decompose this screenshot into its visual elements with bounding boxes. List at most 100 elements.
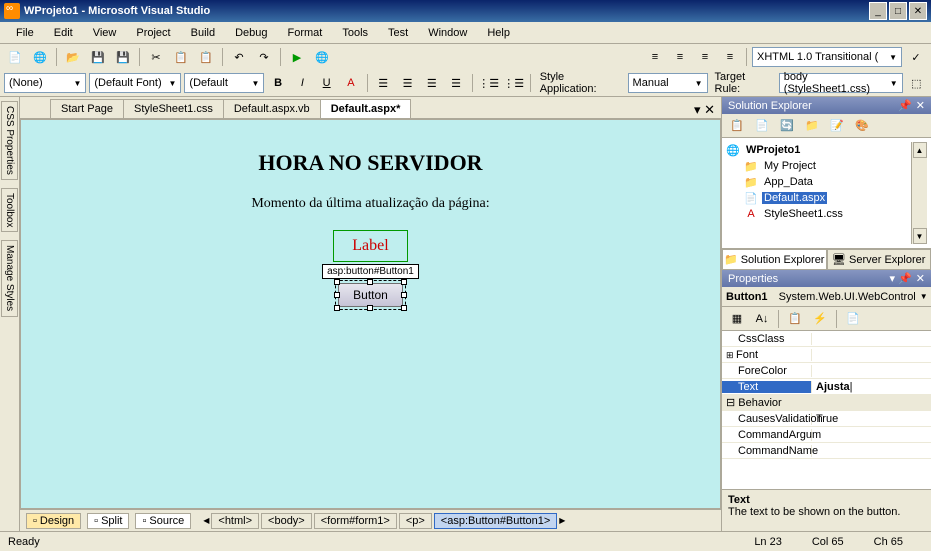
style-app-dropdown[interactable]: Manual▼	[628, 73, 708, 93]
panel-close-icon[interactable]: ✕	[916, 272, 925, 285]
resize-handle[interactable]	[367, 305, 373, 311]
menu-edit[interactable]: Edit	[46, 25, 81, 41]
split-view-button[interactable]: ▫ Split	[87, 513, 129, 529]
prop-font[interactable]: Font	[722, 347, 931, 363]
save-icon[interactable]: 💾	[87, 46, 109, 68]
redo-icon[interactable]: ↷	[253, 46, 275, 68]
asp-button[interactable]: Button	[338, 283, 403, 307]
resize-handle[interactable]	[334, 279, 340, 285]
property-pages-icon[interactable]: 📄	[842, 308, 864, 330]
view-designer-icon[interactable]: 🎨	[851, 115, 873, 137]
target-rule-dropdown[interactable]: body (StyleSheet1.css)▼	[779, 73, 903, 93]
crumb-button[interactable]: <asp:Button#Button1>	[434, 513, 557, 529]
tree-item-default-aspx[interactable]: 📄Default.aspx	[744, 190, 905, 206]
underline-icon[interactable]: U	[316, 72, 337, 94]
scroll-down-icon[interactable]: ▼	[913, 228, 927, 244]
size-dropdown[interactable]: (Default▼	[184, 73, 264, 93]
align-center-icon[interactable]: ☰	[397, 72, 418, 94]
properties-icon[interactable]: 📋	[784, 308, 806, 330]
solution-root[interactable]: 🌐WProjeto1	[726, 142, 905, 158]
menu-debug[interactable]: Debug	[227, 25, 275, 41]
solution-explorer-tab[interactable]: 📁Solution Explorer	[722, 249, 827, 270]
resize-handle[interactable]	[401, 292, 407, 298]
align-right-icon[interactable]: ☰	[421, 72, 442, 94]
close-document-icon[interactable]: ▾ ✕	[694, 102, 715, 118]
uncomment-icon[interactable]: ≡	[669, 46, 691, 68]
resize-handle[interactable]	[401, 305, 407, 311]
italic-icon[interactable]: I	[292, 72, 313, 94]
menu-file[interactable]: File	[8, 25, 42, 41]
panel-close-icon[interactable]: ✕	[916, 99, 925, 112]
categorized-icon[interactable]: ▦	[726, 308, 748, 330]
justify-icon[interactable]: ☰	[445, 72, 466, 94]
bold-icon[interactable]: B	[267, 72, 288, 94]
bullet-list-icon[interactable]: ⋮☰	[478, 72, 500, 94]
menu-window[interactable]: Window	[420, 25, 475, 41]
resize-handle[interactable]	[334, 292, 340, 298]
save-all-icon[interactable]: 💾	[112, 46, 134, 68]
browser-icon[interactable]: 🌐	[311, 46, 333, 68]
align-left-icon[interactable]: ☰	[373, 72, 394, 94]
prop-cssclass[interactable]: CssClass	[722, 331, 931, 347]
validate-icon[interactable]: ✓	[905, 46, 927, 68]
run-icon[interactable]: ▶	[286, 46, 308, 68]
tab-stylesheet[interactable]: StyleSheet1.css	[123, 99, 224, 118]
minimize-button[interactable]: _	[869, 2, 887, 20]
font-dropdown[interactable]: (Default Font)▼	[89, 73, 181, 93]
css-properties-tab[interactable]: CSS Properties	[1, 101, 18, 180]
nest-icon[interactable]: 📁	[801, 115, 823, 137]
tree-item-appdata[interactable]: 📁App_Data	[744, 174, 905, 190]
menu-test[interactable]: Test	[380, 25, 416, 41]
properties-icon[interactable]: 📋	[726, 115, 748, 137]
tab-start-page[interactable]: Start Page	[50, 99, 124, 118]
close-button[interactable]: ✕	[909, 2, 927, 20]
design-view-button[interactable]: ▫ Design	[26, 513, 81, 529]
crumb-body[interactable]: <body>	[261, 513, 312, 529]
menu-help[interactable]: Help	[479, 25, 518, 41]
style-dropdown[interactable]: (None)▼	[4, 73, 86, 93]
crumb-html[interactable]: <html>	[211, 513, 259, 529]
scroll-up-icon[interactable]: ▲	[913, 142, 927, 158]
paste-icon[interactable]: 📋	[195, 46, 217, 68]
menu-format[interactable]: Format	[280, 25, 331, 41]
maximize-button[interactable]: □	[889, 2, 907, 20]
events-icon[interactable]: ⚡	[809, 308, 831, 330]
autohide-icon[interactable]: ▾ 📌	[890, 272, 912, 285]
design-canvas[interactable]: HORA NO SERVIDOR Momento da última atual…	[20, 119, 721, 509]
view-code-icon[interactable]: 📝	[826, 115, 848, 137]
open-icon[interactable]: 📂	[62, 46, 84, 68]
crumb-p[interactable]: <p>	[399, 513, 432, 529]
resize-handle[interactable]	[401, 279, 407, 285]
prop-causesvalidation[interactable]: CausesValidationTrue	[722, 411, 931, 427]
resize-handle[interactable]	[334, 305, 340, 311]
doctype-dropdown[interactable]: XHTML 1.0 Transitional (▼	[752, 47, 902, 67]
prop-category-behavior[interactable]: ⊟ Behavior	[722, 395, 931, 411]
alphabetical-icon[interactable]: A↓	[751, 308, 773, 330]
tree-item-stylesheet[interactable]: AStyleSheet1.css	[744, 206, 905, 222]
menu-tools[interactable]: Tools	[334, 25, 376, 41]
copy-icon[interactable]: 📋	[170, 46, 192, 68]
cut-icon[interactable]: ✂	[145, 46, 167, 68]
autohide-icon[interactable]: 📌	[898, 99, 912, 112]
toolbox-tab[interactable]: Toolbox	[1, 188, 18, 232]
tab-codebehind[interactable]: Default.aspx.vb	[223, 99, 321, 118]
refresh-icon[interactable]: 🔄	[776, 115, 798, 137]
tab-default-aspx[interactable]: Default.aspx*	[320, 99, 412, 118]
crumb-form[interactable]: <form#form1>	[314, 513, 397, 529]
server-explorer-tab[interactable]: 🖥Server Explorer	[827, 249, 931, 270]
asp-label[interactable]: Label	[333, 230, 407, 262]
menu-project[interactable]: Project	[128, 25, 178, 41]
prop-commandarg[interactable]: CommandArgum	[722, 427, 931, 443]
properties-object-row[interactable]: Button1 System.Web.UI.WebControl▼	[722, 287, 931, 307]
new-project-icon[interactable]: 📄	[4, 46, 26, 68]
prop-text[interactable]: TextAjusta|	[722, 379, 931, 395]
css-target-icon[interactable]: ⬚	[906, 72, 927, 94]
numbered-list-icon[interactable]: ⋮☰	[503, 72, 525, 94]
source-view-button[interactable]: ▫ Source	[135, 513, 191, 529]
menu-view[interactable]: View	[85, 25, 125, 41]
forecolor-icon[interactable]: A	[340, 72, 361, 94]
manage-styles-tab[interactable]: Manage Styles	[1, 240, 18, 316]
resize-handle[interactable]	[367, 279, 373, 285]
indent-icon[interactable]: ≡	[694, 46, 716, 68]
prop-commandname[interactable]: CommandName	[722, 443, 931, 459]
